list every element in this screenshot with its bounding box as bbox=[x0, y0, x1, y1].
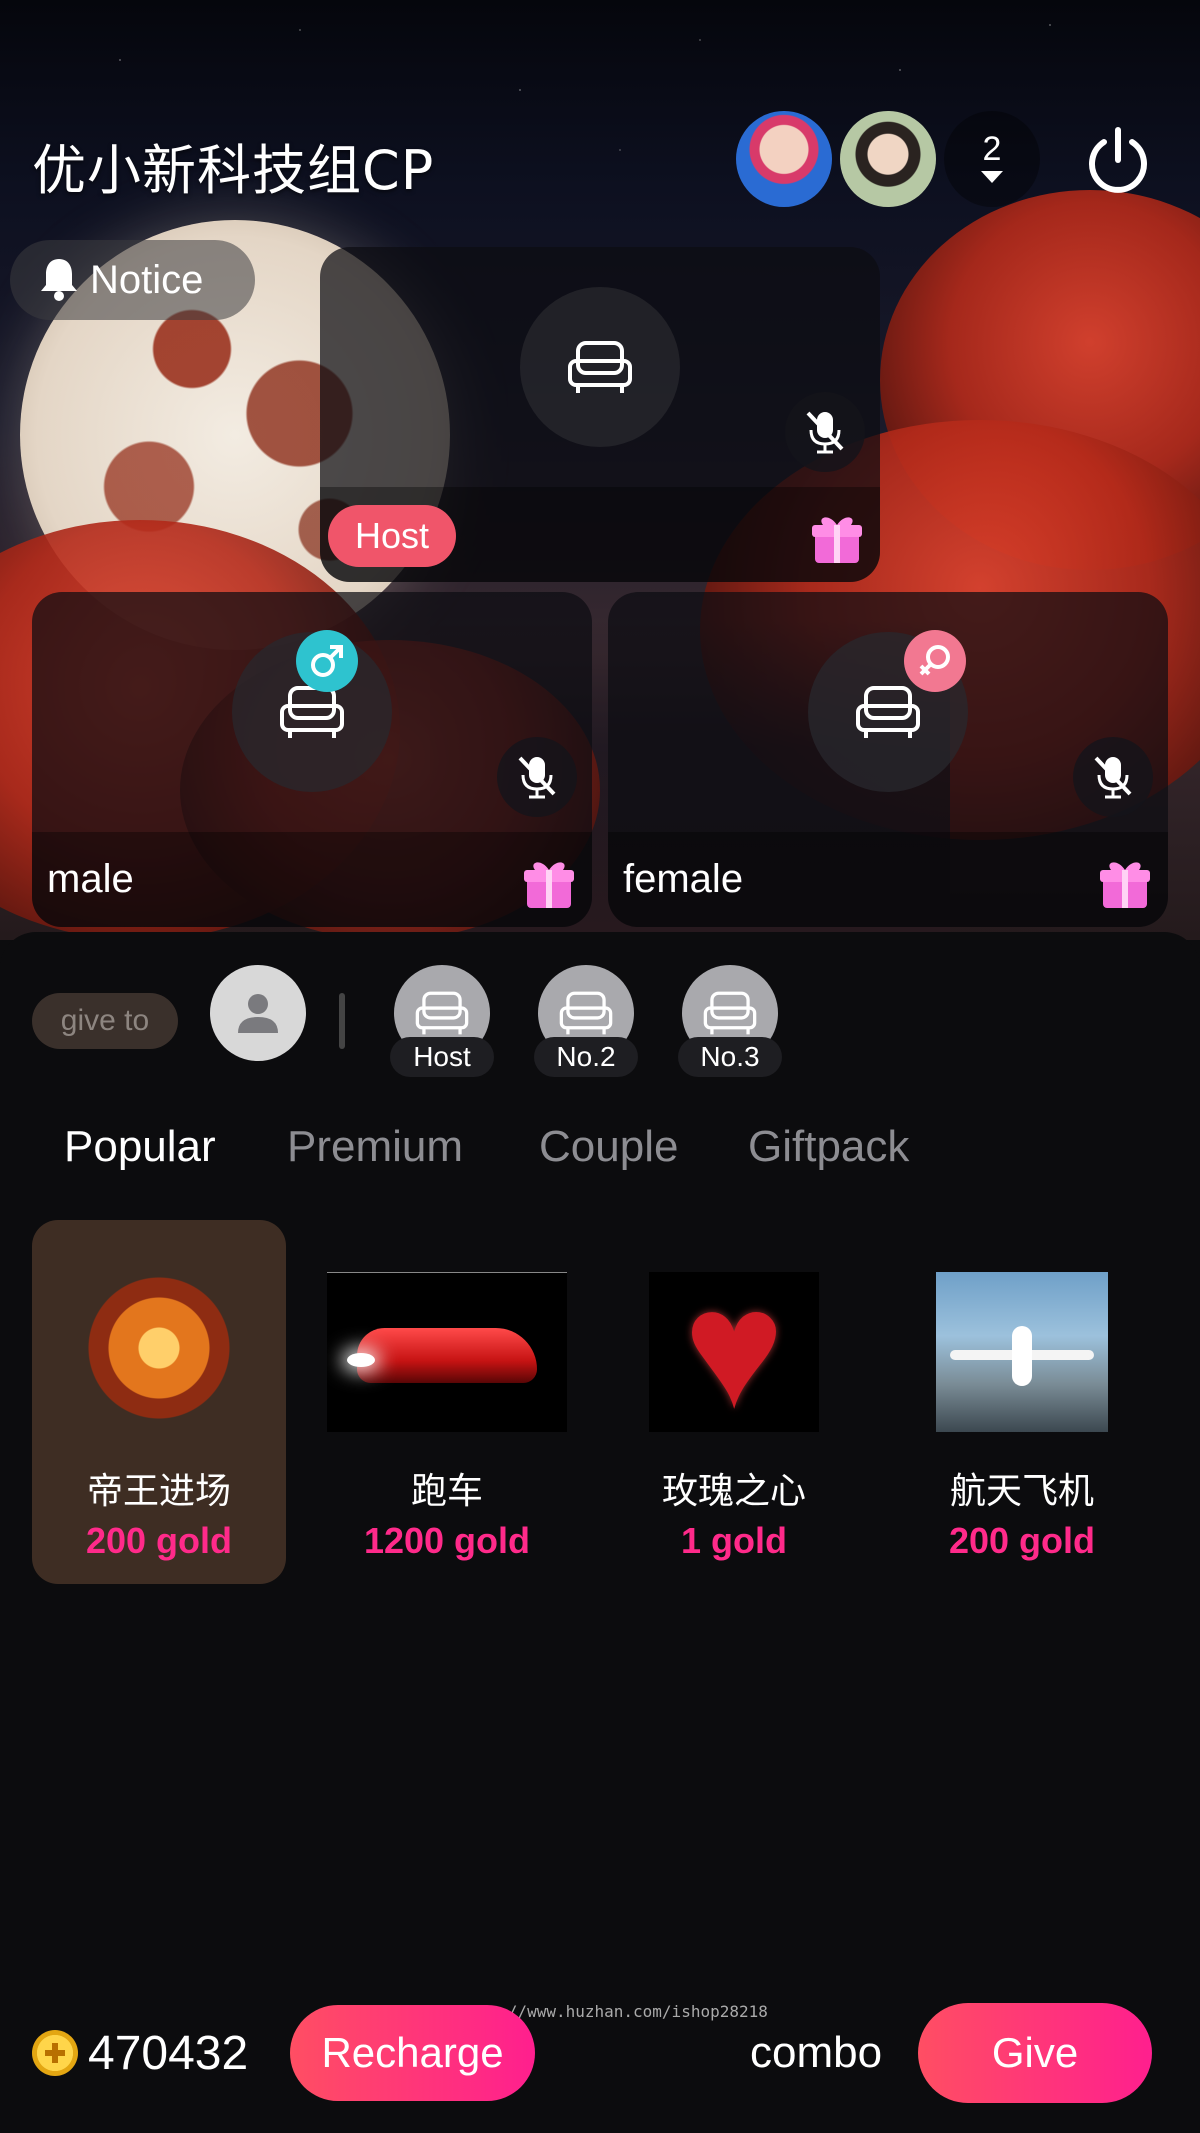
notice-button[interactable]: Notice bbox=[10, 240, 255, 320]
male-symbol-icon bbox=[296, 630, 358, 692]
sofa-icon bbox=[280, 686, 344, 738]
gift-price: 200 gold bbox=[85, 1520, 233, 1561]
recipient-no2[interactable]: No.2 bbox=[534, 965, 638, 1077]
recipient-all-button[interactable] bbox=[210, 965, 306, 1061]
seat-female[interactable]: female bbox=[608, 592, 1168, 927]
sofa-icon bbox=[856, 686, 920, 738]
mic-muted-icon[interactable] bbox=[1073, 737, 1153, 817]
gift-name: 帝王进场 bbox=[86, 1471, 231, 1512]
gift-image bbox=[649, 1272, 819, 1432]
gift-name: 玫瑰之心 bbox=[661, 1471, 806, 1512]
recipient-no3[interactable]: No.3 bbox=[678, 965, 782, 1077]
gift-box-icon[interactable] bbox=[521, 856, 577, 912]
tab-popular[interactable]: Popular bbox=[64, 1122, 216, 1172]
notice-label: Notice bbox=[90, 257, 204, 302]
bell-icon bbox=[38, 255, 80, 306]
triangle-down-icon bbox=[981, 171, 1003, 183]
gift-name: 航天飞机 bbox=[949, 1471, 1094, 1512]
recipient-host[interactable]: Host bbox=[390, 965, 494, 1077]
mic-muted-icon[interactable] bbox=[497, 737, 577, 817]
online-count: 2 bbox=[982, 130, 1002, 168]
gift-image bbox=[74, 1260, 244, 1420]
gold-coin-icon bbox=[32, 2030, 78, 2076]
female-symbol-icon bbox=[904, 630, 966, 692]
gift-name: 跑车 bbox=[410, 1471, 483, 1512]
gift-item[interactable]: 帝王进场 200 gold bbox=[32, 1220, 286, 1584]
seat-slot[interactable] bbox=[520, 287, 680, 447]
gold-balance: 470432 bbox=[88, 2027, 249, 2080]
recipient-label: Host bbox=[390, 1037, 494, 1077]
gift-image bbox=[327, 1272, 567, 1432]
gift-price: 1 gold bbox=[681, 1520, 787, 1561]
mic-muted-icon[interactable] bbox=[785, 392, 865, 472]
sofa-icon bbox=[568, 341, 632, 393]
combo-toggle[interactable]: combo bbox=[750, 2028, 882, 2078]
gift-price: 200 gold bbox=[948, 1520, 1096, 1561]
tab-premium[interactable]: Premium bbox=[287, 1122, 463, 1172]
gift-image bbox=[936, 1272, 1108, 1432]
person-icon bbox=[238, 994, 278, 1033]
gift-item[interactable]: 跑车 1200 gold bbox=[320, 1220, 574, 1584]
divider bbox=[339, 993, 345, 1049]
gift-box-icon[interactable] bbox=[1097, 856, 1153, 912]
power-icon[interactable] bbox=[1080, 124, 1156, 200]
give-to-label: give to bbox=[32, 993, 178, 1049]
room-title: 优小新科技组CP bbox=[32, 139, 435, 202]
give-button[interactable]: Give bbox=[918, 2003, 1152, 2103]
audience-avatar[interactable] bbox=[736, 111, 832, 207]
gift-price: 1200 gold bbox=[363, 1520, 531, 1561]
audience-avatar[interactable] bbox=[840, 111, 936, 207]
gift-item[interactable]: 玫瑰之心 1 gold bbox=[607, 1220, 861, 1584]
host-tag: Host bbox=[328, 505, 456, 567]
seat-name: female bbox=[623, 857, 744, 901]
tab-giftpack[interactable]: Giftpack bbox=[748, 1122, 909, 1172]
seat-host[interactable]: Host bbox=[320, 247, 880, 582]
recipient-label: No.3 bbox=[678, 1037, 782, 1077]
tab-couple[interactable]: Couple bbox=[539, 1122, 678, 1172]
gift-box-icon[interactable] bbox=[809, 511, 865, 567]
recipient-label: No.2 bbox=[534, 1037, 638, 1077]
gift-item[interactable]: 航天飞机 200 gold bbox=[895, 1220, 1149, 1584]
online-count-button[interactable]: 2 bbox=[944, 111, 1040, 207]
recharge-button[interactable]: Recharge bbox=[290, 2005, 535, 2101]
seat-name: male bbox=[47, 857, 134, 901]
